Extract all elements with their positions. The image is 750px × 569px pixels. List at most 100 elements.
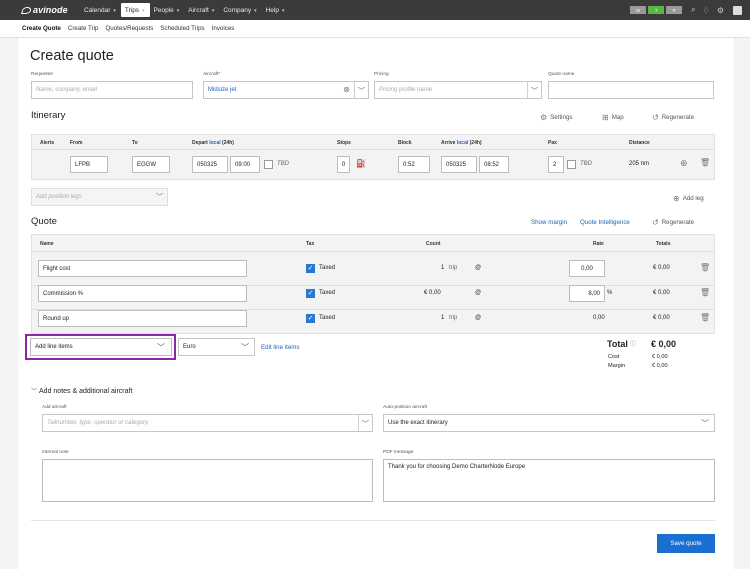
itinerary-header: Alerts From To Depart local (24h) Stops … [31, 134, 715, 150]
trash-icon[interactable]: 🗑 [700, 158, 710, 167]
line-name-input[interactable]: Commission % [38, 285, 247, 302]
position-legs-select[interactable]: Add position legs ﹀ [31, 188, 168, 206]
main-nav: Calendar ▼ Trips ▼ People ▼ Aircraft ▼ Compa… [80, 0, 289, 20]
taxed-checkbox[interactable]: ✓ [306, 264, 315, 273]
quote-name-label: Quote name [548, 72, 575, 77]
arrive-time-input[interactable]: 08:52 [479, 156, 509, 173]
pricing-label: Pricing [374, 72, 389, 77]
line-count[interactable]: 1 [441, 265, 444, 271]
pdf-message-textarea[interactable] [383, 459, 715, 502]
quote-title: Quote [31, 216, 57, 227]
pax-tbd-checkbox[interactable] [567, 160, 576, 169]
depart-date-input[interactable]: 050325 [192, 156, 228, 173]
col-arrive: Arrive local (24h) [441, 140, 482, 146]
taxed-checkbox[interactable]: ✓ [306, 314, 315, 323]
leg-to-input[interactable]: EGGW [132, 156, 170, 173]
pax-input[interactable]: 2 [548, 156, 564, 173]
trash-icon[interactable]: 🗑 [700, 313, 710, 322]
line-name-input[interactable]: Round up [38, 310, 247, 327]
col-count: Count [426, 241, 441, 247]
search-icon[interactable]: ⌕ [691, 5, 695, 15]
subnav-create-trip[interactable]: Create Trip [68, 25, 99, 32]
settings-button[interactable]: ⚙ Settings [540, 113, 573, 122]
block-time-input[interactable]: 0:52 [398, 156, 430, 173]
add-leg-plus-icon[interactable]: ⊕ [680, 158, 688, 169]
avinode-logo[interactable]: avinode [21, 5, 68, 15]
nav-help[interactable]: Help ▼ [262, 0, 290, 20]
line-rate-input[interactable]: 8,00 [569, 285, 605, 302]
leg-from-input[interactable]: LFPB [70, 156, 108, 173]
pricing-select[interactable]: Pricing profile name ﹀ [374, 81, 542, 99]
chevron-down-icon: ﹀ [31, 389, 38, 395]
quote-name-input[interactable] [548, 81, 714, 99]
chevron-down-icon[interactable]: ﹀ [354, 82, 368, 98]
itinerary-regenerate-button[interactable]: ↺ Regenerate [652, 113, 694, 122]
arrive-date-input[interactable]: 050325 [441, 156, 477, 173]
itinerary-title: Itinerary [31, 110, 66, 121]
nav-trips[interactable]: Trips ▼ [120, 3, 150, 17]
depart-tbd-checkbox[interactable] [264, 160, 273, 169]
aircraft-select[interactable]: Midsize jet ⊗ ﹀ [203, 81, 369, 99]
quote-intelligence-link[interactable]: Quote Intelligence [580, 219, 630, 226]
nav-company[interactable]: Company ▼ [219, 0, 261, 20]
subnav-create-quote[interactable]: Create Quote [22, 25, 61, 32]
col-to: To [132, 140, 138, 146]
subnav-scheduled-trips[interactable]: Scheduled Trips [160, 25, 204, 32]
chevron-down-icon: ▼ [141, 7, 146, 13]
chevron-down-icon[interactable]: ﹀ [358, 415, 372, 431]
quote-regenerate-button[interactable]: ↺ Regenerate [652, 218, 694, 227]
trash-icon[interactable]: 🗑 [700, 263, 710, 272]
col-depart: Depart local (24h) [192, 140, 234, 146]
line-rate-input[interactable]: 0,00 [569, 260, 605, 277]
requester-input[interactable]: Name, company, email [31, 81, 193, 99]
internal-note-textarea[interactable] [42, 459, 373, 502]
rate-percent: % [607, 290, 613, 296]
info-icon[interactable]: ⓘ [630, 342, 636, 348]
subnav-quotes-requests[interactable]: Quotes/Requests [105, 25, 153, 32]
at-symbol: @ [475, 315, 482, 321]
auto-position-label: Auto-position aircraft [383, 405, 427, 410]
taxed-checkbox[interactable]: ✓ [306, 289, 315, 298]
subnav-invoices[interactable]: Invoices [212, 25, 235, 32]
p-pill[interactable]: P [666, 6, 683, 14]
auto-position-select[interactable]: Use the exact itinerary ﹀ [383, 414, 715, 432]
edit-line-items-link[interactable]: Edit line items [261, 344, 300, 351]
chevron-down-icon[interactable]: ﹀ [527, 82, 541, 98]
bell-icon[interactable]: ♢ [703, 6, 710, 15]
line-name-input[interactable]: Flight cost [38, 260, 247, 277]
avatar[interactable] [733, 5, 742, 15]
add-aircraft-select[interactable]: Tailnumber, type, operator or category ﹀ [42, 414, 373, 432]
map-button[interactable]: ⊞ Map [602, 113, 624, 122]
clear-icon[interactable]: ⊗ [343, 85, 350, 94]
refresh-icon: ↺ [652, 113, 659, 122]
settings-icon[interactable]: ⚙ [717, 6, 724, 15]
notes-toggle[interactable]: ﹀ Add notes & additional aircraft [31, 386, 132, 395]
quote-lines: Flight cost ✓ Taxed 1 trip @ 0,00 € 0,00… [31, 252, 715, 334]
show-margin-link[interactable]: Show margin [531, 219, 567, 226]
save-quote-button[interactable]: Save quote [657, 534, 715, 553]
chevron-down-icon: ▼ [210, 7, 216, 13]
marketplace-pill[interactable]: M [630, 6, 647, 14]
tripmanager-pill[interactable]: T [648, 6, 665, 14]
col-stops: Stops [337, 140, 351, 146]
nav-aircraft[interactable]: Aircraft ▼ [184, 0, 219, 20]
currency-select[interactable]: Euro ﹀ [178, 338, 255, 356]
line-total: € 0,00 [653, 265, 670, 271]
depart-time-input[interactable]: 09:00 [230, 156, 260, 173]
add-leg-button[interactable]: ⊕ Add leg [673, 194, 704, 203]
fuel-stop-icon[interactable]: ⛽ [356, 159, 366, 168]
nav-calendar[interactable]: Calendar ▼ [80, 0, 121, 20]
taxed-label: Taxed [319, 265, 336, 271]
quote-header: Name Tax Count Rate Totals [31, 234, 715, 252]
add-aircraft-label: Add aircraft [42, 405, 67, 410]
at-symbol: @ [475, 290, 482, 296]
nav-people[interactable]: People ▼ [150, 0, 185, 20]
stops-input[interactable]: 0 [337, 156, 350, 173]
line-count[interactable]: 1 [441, 315, 444, 321]
itinerary-leg-row: LFPB EGGW 050325 09:00 TBD 0 ⛽ 0:52 0503… [31, 150, 715, 180]
chevron-down-icon: ﹀ [157, 343, 165, 352]
add-line-items-select[interactable]: Add line items ﹀ [30, 338, 172, 356]
footer-divider [31, 520, 715, 521]
trash-icon[interactable]: 🗑 [700, 288, 710, 297]
top-right-tools: M T P ⌕ ♢ ⚙ [630, 0, 750, 20]
